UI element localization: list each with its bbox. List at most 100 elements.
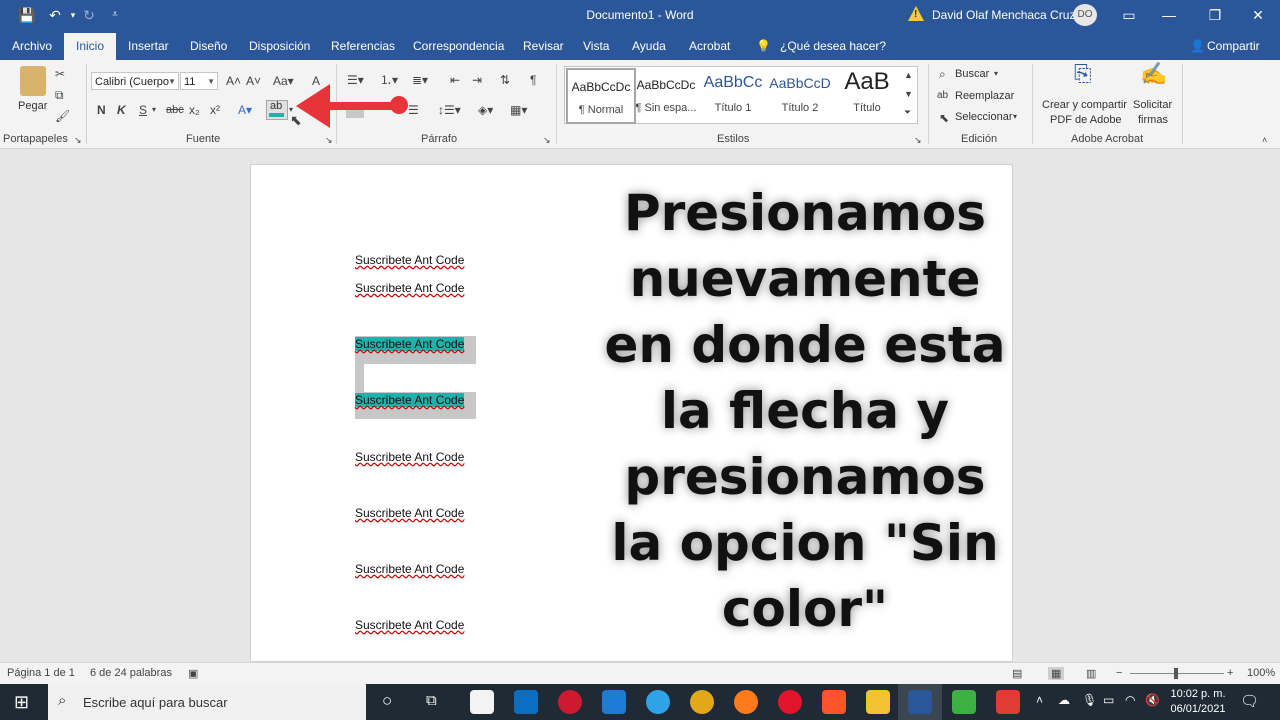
taskbar-search[interactable]: ⌕ Escribe aquí para buscar xyxy=(48,684,366,720)
opera-icon[interactable] xyxy=(778,690,802,714)
format-painter-icon[interactable]: 🖌 xyxy=(55,108,70,124)
change-case-icon[interactable]: Aa▾ xyxy=(273,73,294,89)
numbering-icon[interactable]: ⒈▾ xyxy=(380,72,398,88)
grow-font-icon[interactable]: A˄ xyxy=(226,73,241,89)
page-count[interactable]: Página 1 de 1 xyxy=(7,667,75,679)
style-heading-2[interactable]: AaBbCcD Título 2 xyxy=(767,68,833,120)
increase-indent-icon[interactable]: ⇥ xyxy=(472,72,482,88)
word-taskbar-item[interactable] xyxy=(898,684,942,720)
read-mode-icon[interactable]: ▤ xyxy=(1012,667,1022,680)
wifi-icon[interactable]: ◠ xyxy=(1125,693,1135,707)
line-spacing-icon[interactable]: ↕☰▾ xyxy=(438,102,461,118)
document-line-highlighted[interactable]: Suscribete Ant Code xyxy=(355,337,465,351)
tab-referencias[interactable]: Referencias xyxy=(331,39,395,53)
opera-gx-icon[interactable] xyxy=(558,690,582,714)
task-view-icon[interactable]: ⧉ xyxy=(426,692,437,709)
bullets-icon[interactable]: ☰▾ xyxy=(347,72,364,88)
bold-button[interactable]: N xyxy=(97,102,106,118)
launcher-icon[interactable]: ↘ xyxy=(325,132,333,148)
firefox-icon[interactable] xyxy=(734,690,758,714)
font-size-combo[interactable]: 11 ▼ xyxy=(180,72,218,90)
tab-ayuda[interactable]: Ayuda xyxy=(632,39,666,53)
replace-button[interactable]: Reemplazar xyxy=(955,90,1014,102)
microphone-icon[interactable]: 🎙 xyxy=(1082,693,1097,707)
select-button[interactable]: Seleccionar xyxy=(955,111,1012,123)
warning-icon[interactable]: ! xyxy=(908,6,924,21)
gallery-up-icon[interactable]: ▲ xyxy=(904,67,913,83)
tab-insertar[interactable]: Insertar xyxy=(128,39,169,53)
copy-icon[interactable]: ⧉ xyxy=(55,87,64,103)
zoom-out-icon[interactable]: − xyxy=(1116,667,1122,679)
maximize-icon[interactable]: ❐ xyxy=(1206,6,1224,24)
user-name[interactable]: David Olaf Menchaca Cruz xyxy=(932,8,1075,22)
gallery-down-icon[interactable]: ▼ xyxy=(904,86,913,102)
launcher-icon[interactable]: ↘ xyxy=(74,132,82,148)
document-line[interactable]: Suscribete Ant Code xyxy=(355,562,464,576)
document-line[interactable]: Suscribete Ant Code xyxy=(355,618,464,632)
tab-disposicion[interactable]: Disposición xyxy=(249,39,310,53)
paste-icon[interactable] xyxy=(20,66,46,96)
document-line[interactable]: Suscribete Ant Code xyxy=(355,253,464,267)
launcher-icon[interactable]: ↘ xyxy=(543,132,551,148)
decrease-indent-icon[interactable]: ⇤ xyxy=(450,72,460,88)
document-line[interactable]: Suscribete Ant Code xyxy=(355,281,464,295)
recorder-icon[interactable] xyxy=(996,690,1020,714)
minimize-icon[interactable]: — xyxy=(1160,6,1178,24)
borders-icon[interactable]: ▦▾ xyxy=(510,102,527,118)
text-effects-icon[interactable]: A▾ xyxy=(238,102,252,118)
notifications-icon[interactable]: 🗨 xyxy=(1240,692,1259,710)
cortana-icon[interactable]: ○ xyxy=(382,691,392,711)
tray-expand-icon[interactable]: ˄ xyxy=(1036,693,1043,707)
font-name-combo[interactable]: Calibri (Cuerpo ▼ xyxy=(91,72,179,90)
tab-acrobat[interactable]: Acrobat xyxy=(689,39,730,53)
style-heading-1[interactable]: AaBbCc Título 1 xyxy=(700,68,766,120)
request-signatures-label-2[interactable]: firmas xyxy=(1138,114,1168,126)
tell-me-box[interactable]: ¿Qué desea hacer? xyxy=(780,39,886,53)
document-line[interactable]: Suscribete Ant Code xyxy=(355,506,464,520)
sort-icon[interactable]: ⇅ xyxy=(500,72,510,88)
remote-icon[interactable] xyxy=(602,690,626,714)
print-layout-icon[interactable]: ▦ xyxy=(1048,667,1065,680)
volume-icon[interactable]: 🔇 xyxy=(1145,693,1160,707)
document-line[interactable]: Suscribete Ant Code xyxy=(355,450,464,464)
show-marks-icon[interactable]: ¶ xyxy=(530,72,536,88)
justify-icon[interactable]: ☰ xyxy=(408,102,419,118)
web-layout-icon[interactable]: ▥ xyxy=(1086,667,1096,680)
create-pdf-label-2[interactable]: PDF de Adobe xyxy=(1050,114,1122,126)
shading-icon[interactable]: ◈▾ xyxy=(478,102,493,118)
battery-icon[interactable]: ▭ xyxy=(1103,693,1114,707)
create-pdf-label[interactable]: Crear y compartir xyxy=(1042,99,1127,111)
superscript-button[interactable]: x² xyxy=(210,102,220,118)
avatar[interactable]: DO xyxy=(1073,4,1097,26)
zoom-slider-thumb[interactable] xyxy=(1174,668,1178,679)
multilevel-list-icon[interactable]: ≣▾ xyxy=(412,72,428,88)
system-clock[interactable]: 10:02 p. m. 06/01/2021 xyxy=(1168,687,1228,717)
highlight-color-button[interactable]: ab xyxy=(266,100,288,120)
mail-icon[interactable] xyxy=(514,690,538,714)
zoom-in-icon[interactable]: + xyxy=(1227,667,1233,679)
gallery-more-icon[interactable]: ⏷ xyxy=(904,104,911,120)
word-count[interactable]: 6 de 24 palabras xyxy=(90,667,172,679)
share-button[interactable]: Compartir xyxy=(1207,39,1260,53)
ribbon-display-icon[interactable]: ▭ xyxy=(1120,6,1138,24)
windows-start-icon[interactable]: ⊞ xyxy=(14,692,29,713)
camtasia-icon[interactable] xyxy=(952,690,976,714)
edge-icon[interactable] xyxy=(646,690,670,714)
tab-archivo[interactable]: Archivo xyxy=(12,39,52,53)
chrome-icon[interactable] xyxy=(690,690,714,714)
launcher-icon[interactable]: ↘ xyxy=(914,132,922,148)
file-explorer-icon[interactable] xyxy=(866,690,890,714)
tab-revisar[interactable]: Revisar xyxy=(523,39,564,53)
style-no-spacing[interactable]: AaBbCcDc ¶ Sin espa... xyxy=(633,68,699,120)
italic-button[interactable]: K xyxy=(117,102,126,118)
search-input[interactable]: Escribe aquí para buscar xyxy=(83,695,228,710)
chevron-down-icon[interactable]: ▾ xyxy=(152,102,156,118)
tab-correspondencia[interactable]: Correspondencia xyxy=(413,39,504,53)
underline-button[interactable]: S xyxy=(139,102,147,118)
zoom-level[interactable]: 100% xyxy=(1247,667,1275,679)
request-signatures-label[interactable]: Solicitar xyxy=(1133,99,1172,111)
style-title[interactable]: AaB Título xyxy=(834,68,900,120)
style-normal[interactable]: AaBbCcDc ¶ Normal xyxy=(566,68,636,124)
paste-button[interactable]: Pegar xyxy=(18,100,47,112)
subscript-button[interactable]: x₂ xyxy=(189,102,200,118)
